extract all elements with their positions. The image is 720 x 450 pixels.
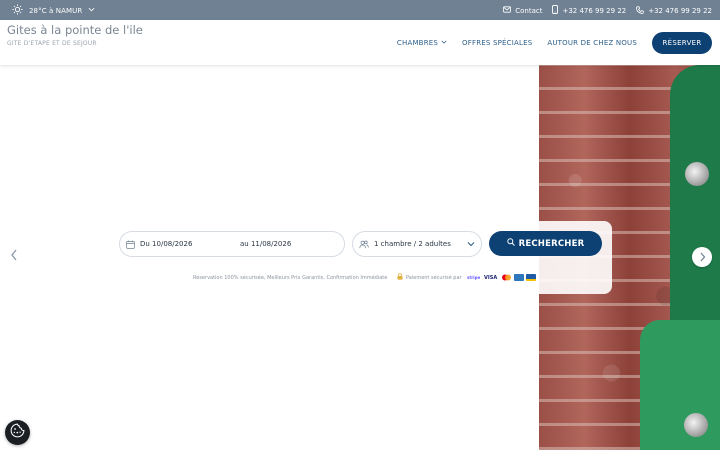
- payment-logos: stripe VISA: [467, 274, 536, 281]
- secure-payment: Paiement sécurisé par stripe VISA: [397, 273, 536, 282]
- people-icon: [359, 240, 369, 249]
- date-from: Du 10/08/2026: [140, 240, 193, 248]
- chevron-down-icon: [88, 6, 95, 15]
- top-bar: 28°C à NAMUR Contact +32 476 99 29 22 +3…: [0, 0, 720, 20]
- phone-fixed-link[interactable]: +32 476 99 29 22: [636, 5, 712, 16]
- lock-icon: [397, 273, 403, 282]
- calendar-icon: [126, 239, 135, 249]
- cookie-icon: [10, 423, 25, 442]
- nav-chambres-label: CHAMBRES: [396, 39, 439, 47]
- chevron-down-icon: [441, 39, 447, 47]
- weather-widget[interactable]: 28°C à NAMUR: [12, 4, 95, 17]
- contact-link[interactable]: Contact: [503, 6, 542, 15]
- mobile-icon: [552, 5, 559, 16]
- phone-mobile-link[interactable]: +32 476 99 29 22: [552, 5, 626, 16]
- hero-image-screw: [685, 162, 709, 186]
- mail-icon: [503, 6, 512, 15]
- nav-offres-speciales[interactable]: OFFRES SPÉCIALES: [462, 39, 532, 47]
- reserve-button[interactable]: RÉSERVER: [652, 32, 712, 54]
- contact-label: Contact: [515, 6, 543, 15]
- cookie-settings-button[interactable]: [5, 420, 30, 445]
- hero-image-screw: [684, 413, 708, 437]
- reassurance-text: Réservation 100% sécurisée, Meilleurs Pr…: [193, 275, 388, 281]
- search-button[interactable]: RECHERCHER: [489, 231, 602, 256]
- phone-mobile-text: +32 476 99 29 22: [562, 6, 627, 15]
- site-subtitle: GITE D'ETAPE ET DE SEJOUR: [7, 40, 97, 47]
- guests-selector[interactable]: 1 chambre / 2 adultes: [352, 231, 482, 257]
- visa-logo: VISA: [483, 274, 498, 281]
- phone-icon: [636, 5, 644, 16]
- stripe-logo: stripe: [466, 275, 481, 280]
- date-to: au 11/08/2026: [240, 240, 292, 248]
- search-icon: [506, 238, 515, 249]
- site-header: Gites à la pointe de l'ile GITE D'ETAPE …: [0, 20, 720, 65]
- nav-autour-de-chez-nous[interactable]: AUTOUR DE CHEZ NOUS: [547, 39, 637, 47]
- chevron-down-icon: [467, 240, 475, 248]
- date-range-picker[interactable]: Du 10/08/2026 au 11/08/2026: [119, 231, 345, 257]
- secure-payment-text: Paiement sécurisé par: [406, 274, 462, 281]
- main-nav: CHAMBRES OFFRES SPÉCIALES AUTOUR DE CHEZ…: [397, 32, 712, 54]
- guests-text: 1 chambre / 2 adultes: [374, 240, 451, 248]
- search-button-label: RECHERCHER: [518, 238, 585, 249]
- chevron-left-icon[interactable]: [10, 249, 18, 265]
- chevron-right-icon[interactable]: [692, 247, 712, 267]
- sun-icon: [12, 4, 23, 17]
- mastercard-logo: [500, 274, 512, 281]
- hero-slider: Du 10/08/2026 au 11/08/2026 1 chambre / …: [0, 65, 720, 450]
- weather-text: 28°C à NAMUR: [29, 6, 83, 15]
- bancontact-logo: [525, 274, 536, 281]
- site-title[interactable]: Gites à la pointe de l'ile: [7, 23, 143, 37]
- nav-chambres[interactable]: CHAMBRES: [397, 39, 447, 47]
- amex-logo: [513, 274, 524, 281]
- hero-image-green-panel: [640, 320, 720, 450]
- booking-widget: Du 10/08/2026 au 11/08/2026 1 chambre / …: [111, 221, 612, 294]
- phone-fixed-text: +32 476 99 29 22: [648, 6, 712, 15]
